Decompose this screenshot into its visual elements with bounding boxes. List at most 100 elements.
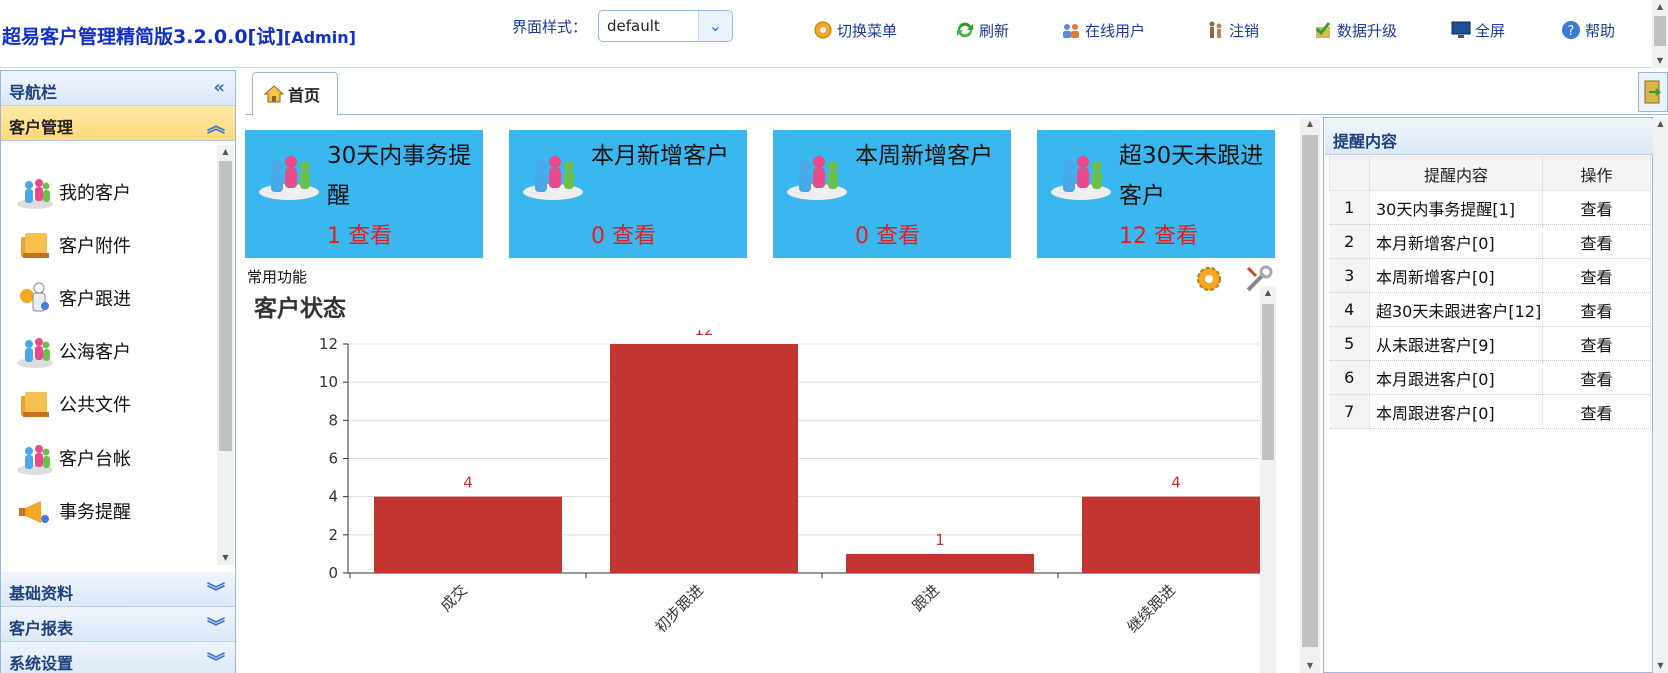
row-view-link[interactable]: 查看 (1542, 360, 1651, 395)
scroll-down-icon[interactable]: ▼ (1653, 659, 1668, 673)
sidebar-item-my-customers[interactable]: 我的客户 (15, 172, 131, 212)
scroll-up-icon[interactable]: ▲ (1653, 117, 1668, 131)
sidebar: 导航栏 « 客户管理 ︽ 我的客户 客户附件 客户跟进 公海客户 公共文件 客户… (0, 70, 236, 673)
data-label: 12 (694, 330, 713, 339)
col-index (1329, 156, 1370, 191)
row-index: 2 (1329, 224, 1370, 259)
sidebar-group-label: 系统设置 (9, 654, 74, 673)
card-value-link[interactable]: 1 查看 (327, 218, 392, 250)
logout-icon (1209, 21, 1222, 38)
y-tick-label: 0 (328, 564, 338, 582)
sidebar-item-reminders[interactable]: 事务提醒 (15, 491, 131, 531)
scroll-down-icon[interactable]: ▼ (1652, 54, 1668, 68)
sidebar-item-public-pool[interactable]: 公海客户 (15, 331, 131, 371)
scroll-up-icon[interactable]: ▲ (1652, 0, 1668, 14)
chevron-up-icon: ︽ (207, 116, 225, 137)
chevron-down-icon: ︾ (207, 652, 225, 673)
app-title: 超易客户管理精简版3.2.0.0[试][Admin] (2, 22, 356, 49)
sidebar-item-ledger[interactable]: 客户台帐 (15, 438, 131, 478)
refresh-button[interactable]: 刷新 (954, 18, 1009, 42)
users-icon (1063, 24, 1079, 38)
col-op: 操作 (1542, 156, 1651, 191)
y-tick-label: 4 (328, 488, 338, 506)
sidebar-item-label: 客户附件 (59, 236, 131, 257)
row-content: 本周新增客户[0] (1369, 258, 1543, 293)
upgrade-button[interactable]: 数据升级 (1312, 18, 1397, 42)
row-view-link[interactable]: 查看 (1542, 292, 1651, 327)
tab-home[interactable]: 首页 (252, 72, 338, 116)
scroll-thumb[interactable] (1262, 304, 1274, 460)
x-tick-label: 跟进 (909, 581, 943, 615)
sidebar-item-followup[interactable]: 客户跟进 (15, 278, 131, 318)
scroll-thumb[interactable] (1302, 135, 1318, 647)
app-header: 超易客户管理精简版3.2.0.0[试][Admin] 界面样式： default… (0, 0, 1668, 68)
sidebar-group-basic[interactable]: 基础资料 ︾ (1, 572, 235, 607)
main-scrollbar[interactable]: ▲ ▼ (1300, 117, 1320, 673)
sidebar-scrollbar[interactable]: ▲ ▼ (217, 145, 234, 565)
logout-button[interactable]: 注销 (1204, 18, 1259, 42)
help-button[interactable]: ? 帮助 (1560, 18, 1615, 42)
row-content: 30天内事务提醒[1] (1369, 190, 1543, 225)
people-icon (17, 338, 53, 368)
row-index: 5 (1329, 326, 1370, 361)
online-users-button[interactable]: 在线用户 (1060, 18, 1145, 42)
chevron-down-icon: ︾ (207, 582, 225, 603)
sidebar-item-attachments[interactable]: 客户附件 (15, 225, 131, 265)
reminder-scrollbar[interactable]: ▲ ▼ (1653, 117, 1668, 673)
scroll-thumb[interactable] (219, 161, 232, 451)
header-scrollbar[interactable]: ▲ ▼ (1652, 0, 1668, 68)
sidebar-item-public-files[interactable]: 公共文件 (15, 384, 131, 424)
scroll-down-icon[interactable]: ▼ (217, 551, 234, 565)
chevron-down-icon[interactable]: ⌄ (698, 11, 732, 41)
scroll-up-icon[interactable]: ▲ (1260, 286, 1276, 300)
card-value-link[interactable]: 12 查看 (1119, 218, 1198, 250)
collapse-icon[interactable]: « (213, 77, 225, 98)
people-icon (1051, 156, 1111, 200)
row-view-link[interactable]: 查看 (1542, 258, 1651, 293)
scroll-up-icon[interactable]: ▲ (217, 145, 234, 159)
bar (846, 553, 1034, 573)
sidebar-header: 导航栏 « (1, 71, 235, 106)
scroll-down-icon[interactable]: ▼ (1300, 659, 1320, 673)
fullscreen-button[interactable]: 全屏 (1450, 18, 1505, 42)
theme-label: 界面样式： (512, 18, 588, 36)
help-icon: ? (1562, 21, 1580, 39)
card-30day-reminder[interactable]: 30天内事务提醒 1 查看 (245, 130, 483, 258)
card-week-new[interactable]: 本周新增客户 0 查看 (773, 130, 1011, 258)
monitor-icon (1451, 21, 1471, 38)
sidebar-item-label: 事务提醒 (59, 502, 131, 523)
card-title: 超30天未跟进客户 (1119, 143, 1264, 209)
row-view-link[interactable]: 查看 (1542, 326, 1651, 361)
card-month-new[interactable]: 本月新增客户 0 查看 (509, 130, 747, 258)
megaphone-icon (19, 501, 49, 523)
card-value-link[interactable]: 0 查看 (855, 218, 920, 250)
sidebar-group-customer[interactable]: 客户管理 ︽ (1, 106, 235, 141)
scroll-thumb[interactable] (1654, 16, 1666, 46)
scroll-up-icon[interactable]: ▲ (1300, 117, 1320, 131)
sidebar-group-settings[interactable]: 系统设置 ︾ (1, 642, 235, 673)
tab-home-label: 首页 (288, 86, 321, 105)
people-icon (787, 156, 847, 200)
row-index: 3 (1329, 258, 1370, 293)
exit-button[interactable] (1638, 72, 1668, 112)
table-row: 5 从未跟进客户[9] 查看 (1329, 326, 1651, 361)
row-index: 1 (1329, 190, 1370, 225)
table-row: 4 超30天未跟进客户[12] 查看 (1329, 292, 1651, 327)
chart-scrollbar[interactable]: ▲ (1260, 286, 1276, 673)
row-view-link[interactable]: 查看 (1542, 394, 1651, 429)
refresh-label: 刷新 (979, 21, 1010, 40)
switch-menu-button[interactable]: 切换菜单 (812, 18, 897, 42)
x-tick-label: 成交 (437, 581, 471, 615)
data-label: 4 (463, 474, 473, 492)
row-view-link[interactable]: 查看 (1542, 190, 1651, 225)
sidebar-group-reports[interactable]: 客户报表 ︾ (1, 607, 235, 642)
card-value-link[interactable]: 0 查看 (591, 218, 656, 250)
table-row: 3 本周新增客户[0] 查看 (1329, 258, 1651, 293)
reminder-table: 提醒内容 操作 1 30天内事务提醒[1] 查看 2 本月新增客户[0] 查看 3 本周新增客… (1329, 156, 1651, 429)
gear-icon[interactable] (1194, 264, 1224, 294)
card-over-30day[interactable]: 超30天未跟进客户 12 查看 (1037, 130, 1275, 258)
row-view-link[interactable]: 查看 (1542, 224, 1651, 259)
card-title: 30天内事务提醒 (327, 143, 472, 209)
data-label: 1 (935, 531, 945, 549)
bar (610, 344, 798, 573)
